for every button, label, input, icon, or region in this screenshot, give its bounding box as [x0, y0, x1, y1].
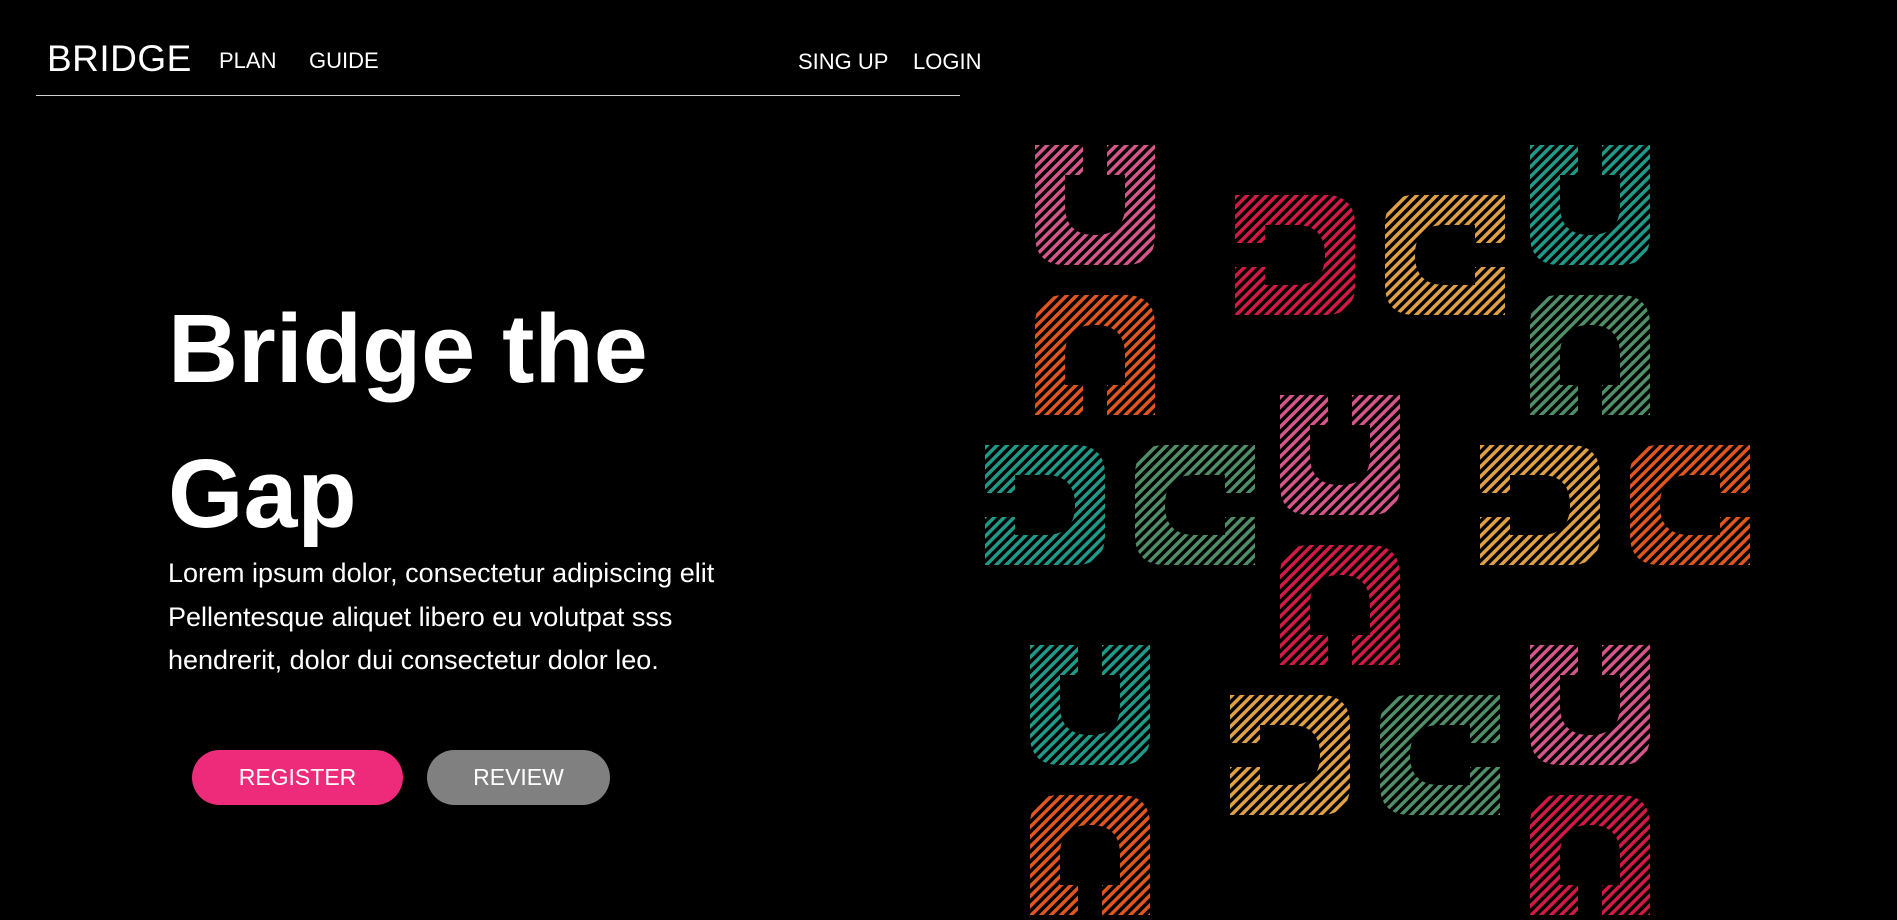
pattern-tile: [1380, 695, 1500, 815]
pattern-tile: [1030, 645, 1150, 765]
pattern-tile: [1235, 195, 1355, 315]
pattern-tile: [1385, 195, 1505, 315]
pattern-tile: [1230, 695, 1350, 815]
pattern-tile: [985, 445, 1105, 565]
nav-login[interactable]: LOGIN: [913, 49, 981, 75]
decorative-pattern: [985, 145, 1750, 915]
hero-description: Lorem ipsum dolor, consectetur adipiscin…: [168, 558, 715, 675]
hero-title: Bridge the Gap: [168, 294, 648, 548]
pattern-tile: [1035, 145, 1155, 265]
nav-plan[interactable]: PLAN: [219, 48, 276, 74]
pattern-tile: [1035, 295, 1155, 415]
pattern-tile: [1280, 395, 1400, 515]
pattern-tile: [1480, 445, 1600, 565]
brand-logo[interactable]: BRIDGE: [47, 38, 192, 80]
pattern-tile: [1530, 645, 1650, 765]
pattern-tile: [1135, 445, 1255, 565]
pattern-tile: [1530, 145, 1650, 265]
pattern-tile: [1280, 545, 1400, 665]
header-divider: [36, 95, 960, 96]
register-button[interactable]: REGISTER: [192, 750, 403, 805]
pattern-tile: [1530, 295, 1650, 415]
nav-guide[interactable]: GUIDE: [309, 48, 379, 74]
pattern-tile: [1530, 795, 1650, 915]
pattern-tile: [1030, 795, 1150, 915]
nav-sign-up[interactable]: SING UP: [798, 49, 888, 75]
pattern-tile: [1630, 445, 1750, 565]
review-button[interactable]: REVIEW: [427, 750, 610, 805]
